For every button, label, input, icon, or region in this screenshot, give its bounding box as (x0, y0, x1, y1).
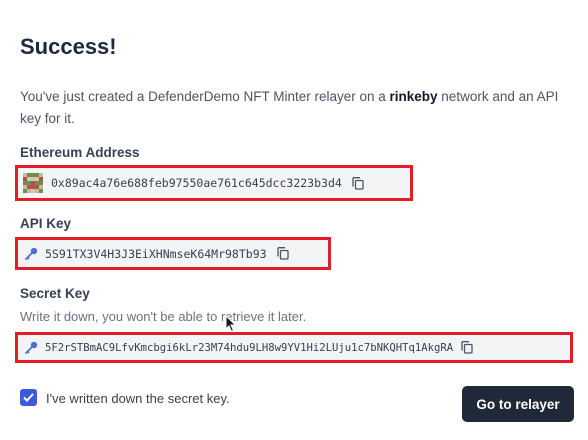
secret-key-field: 5F2rSTBmAC9LfvKmcbgi6kLr23M74hdu9LH8w9YV… (15, 332, 573, 363)
page-title: Success! (20, 34, 117, 59)
api-key-label: API Key (20, 216, 72, 231)
network-name: rinkeby (389, 89, 438, 104)
confirm-checkbox[interactable] (20, 389, 37, 406)
go-to-relayer-button[interactable]: Go to relayer (462, 386, 574, 422)
ethereum-address-field: 0x89ac4a76e688feb97550ae761c645dcc3223b3… (15, 165, 413, 201)
secret-key-value[interactable]: 5F2rSTBmAC9LfvKmcbgi6kLr23M74hdu9LH8w9YV… (45, 342, 453, 354)
secret-key-hint: Write it down, you won't be able to retr… (20, 309, 307, 324)
description-text-start: You've just created a DefenderDemo NFT M… (20, 89, 390, 104)
key-icon (25, 247, 38, 260)
check-icon (23, 393, 34, 402)
key-icon (25, 341, 38, 354)
cursor-icon (225, 315, 237, 333)
confirm-checkbox-label[interactable]: I've written down the secret key. (46, 391, 230, 406)
copy-icon[interactable] (461, 341, 473, 354)
identicon-avatar (23, 173, 43, 193)
copy-icon[interactable] (352, 176, 364, 190)
ethereum-address-value[interactable]: 0x89ac4a76e688feb97550ae761c645dcc3223b3… (51, 176, 342, 190)
success-description: You've just created a DefenderDemo NFT M… (20, 86, 568, 130)
ethereum-address-label: Ethereum Address (20, 145, 140, 160)
copy-icon[interactable] (276, 247, 289, 260)
success-page: Success! You've just created a DefenderD… (0, 0, 588, 440)
api-key-value[interactable]: 5S91TX3V4H3J3EiXHNmseK64Mr98Tb93 (45, 247, 267, 261)
api-key-field: 5S91TX3V4H3J3EiXHNmseK64Mr98Tb93 (15, 237, 331, 270)
secret-key-label: Secret Key (20, 286, 90, 301)
